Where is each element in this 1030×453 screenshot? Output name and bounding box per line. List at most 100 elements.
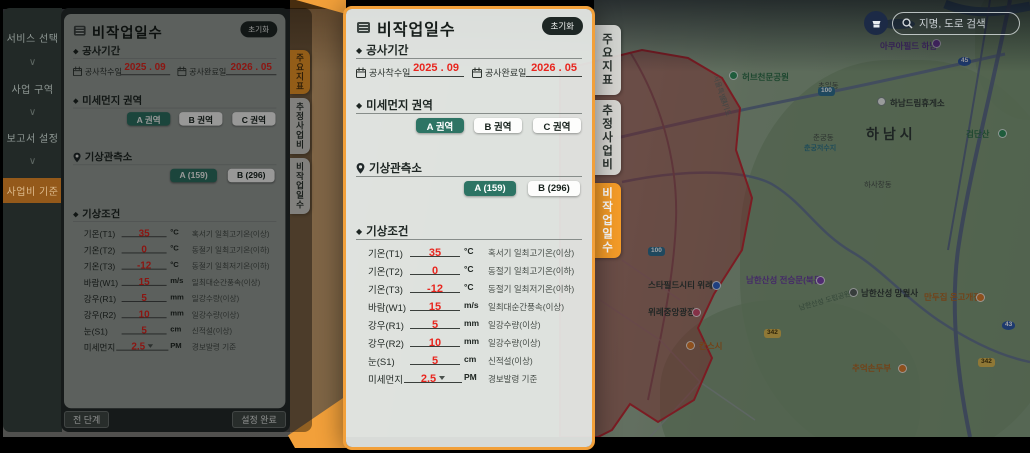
dust-region-c-button[interactable]: C 권역 xyxy=(232,112,275,126)
nonworking-days-panel: 비작업일수 초기화 ◆ 공사기간 공사착수일 2025 . 09 공사완료일 2… xyxy=(64,14,285,408)
end-date-value[interactable]: 2026 . 05 xyxy=(226,62,276,76)
row-desc: 일강수량(이상) xyxy=(488,337,541,349)
section-dust-title: 미세먼지 권역 xyxy=(82,93,142,107)
step-sidebar: 서비스 선택 ∨ 사업 구역 ∨ 보고서 설정 ∨ 사업비 기준 xyxy=(3,8,62,432)
panel-header: 비작업일수 초기화 xyxy=(346,15,592,39)
tab-estimated-cost[interactable]: 추정사업비 xyxy=(592,100,621,175)
dust-region-b-button[interactable]: B 권역 xyxy=(474,118,522,133)
row-desc: 경보발령 기준 xyxy=(192,342,236,353)
row-value-dropdown[interactable]: 2.5 xyxy=(116,338,168,351)
row-unit: cm xyxy=(170,325,181,334)
row-value-field[interactable]: 5 xyxy=(410,315,460,329)
search-placeholder: 지명, 도로 검색 xyxy=(919,16,986,31)
panel-tabs-left: 주요지표 추정사업비 비작업일수 xyxy=(290,8,310,432)
diamond-icon: ◆ xyxy=(73,47,79,55)
reset-button[interactable]: 초기화 xyxy=(240,21,277,37)
row-desc: 동절기 일최고기온(이하) xyxy=(192,244,270,255)
dust-region-a-button[interactable]: A 권역 xyxy=(416,118,464,133)
row-label: 눈(S1) xyxy=(84,325,108,338)
row-value-field[interactable]: 15 xyxy=(410,297,460,311)
section-weather-conditions: ◆ 기상조건 xyxy=(73,207,120,221)
calendar-icon xyxy=(472,65,482,83)
map-poi-button[interactable] xyxy=(864,11,888,35)
panel-header: 비작업일수 초기화 xyxy=(64,19,285,41)
sidebar-item-report[interactable]: 보고서 설정 xyxy=(3,130,62,145)
menu-icon[interactable] xyxy=(74,26,86,36)
section-period-title: 공사기간 xyxy=(366,42,408,58)
row-unit: °C xyxy=(170,227,179,236)
row-value-field[interactable]: 35 xyxy=(410,243,460,257)
row-value-field[interactable]: 10 xyxy=(410,333,460,347)
row-unit: °C xyxy=(170,260,179,269)
settings-done-button[interactable]: 설정 완료 xyxy=(232,411,286,428)
dust-region-c-button[interactable]: C 권역 xyxy=(533,118,581,133)
row-value-field[interactable]: 0 xyxy=(122,241,167,254)
pin-icon xyxy=(356,163,365,174)
end-date-label: 공사완료일 xyxy=(485,66,526,79)
section-period: ◆ 공사기간 xyxy=(73,44,120,58)
station-a-button[interactable]: A (159) xyxy=(170,169,217,183)
row-value-field[interactable]: 5 xyxy=(122,322,167,335)
weather-rows: 기온(T1) 35 °C 혹서기 일최고기온(이상) 기온(T2) 0 °C 동… xyxy=(64,225,285,355)
section-period-title: 공사기간 xyxy=(82,44,120,58)
section-dust-region: ◆ 미세먼지 권역 xyxy=(73,93,142,107)
nonworking-days-panel: 비작업일수 초기화 ◆ 공사기간 공사착수일 2025 . 09 공사완료일 2… xyxy=(346,9,592,447)
row-value-field[interactable]: -12 xyxy=(410,279,460,293)
diamond-icon: ◆ xyxy=(356,101,362,110)
end-date-value[interactable]: 2026 . 05 xyxy=(526,62,582,77)
row-value-field[interactable]: 15 xyxy=(122,273,167,286)
row-label: 눈(S1) xyxy=(368,354,395,368)
row-unit: mm xyxy=(170,308,184,317)
divider xyxy=(73,58,276,59)
row-value-field[interactable]: 0 xyxy=(410,261,460,275)
calendar-icon xyxy=(356,65,366,83)
section-weather-station: 기상관측소 xyxy=(356,160,422,176)
diamond-icon: ◆ xyxy=(356,227,362,236)
row-value-field[interactable]: 5 xyxy=(410,351,460,365)
row-value-field[interactable]: -12 xyxy=(122,257,167,270)
station-b-button[interactable]: B (296) xyxy=(228,169,275,183)
section-weather-title: 기상조건 xyxy=(366,223,408,239)
divider xyxy=(356,176,582,177)
dust-region-a-button[interactable]: A 권역 xyxy=(127,112,170,126)
row-value-field[interactable]: 10 xyxy=(122,306,167,319)
row-unit: m/s xyxy=(464,300,479,310)
weather-row-dust: 미세먼지 2.5 PM 경보발령 기준 xyxy=(346,369,592,387)
row-unit: mm xyxy=(170,292,184,301)
start-date-value[interactable]: 2025 . 09 xyxy=(120,62,170,76)
row-label: 기온(T3) xyxy=(84,260,115,273)
sidebar-item-service[interactable]: 서비스 선택 xyxy=(3,30,62,45)
weather-row-r2: 강우(R2) 10 mm 일강수량(이상) xyxy=(346,333,592,351)
form-slot-left: 비작업일수 초기화 ◆ 공사기간 공사착수일 2025 . 09 공사완료일 2… xyxy=(64,14,285,408)
tab-estimated-cost[interactable]: 추정사업비 xyxy=(290,98,310,154)
row-unit: °C xyxy=(170,244,179,253)
weather-rows: 기온(T1) 35 °C 혹서기 일최고기온(이상) 기온(T2) 0 °C 동… xyxy=(346,243,592,387)
station-b-button[interactable]: B (296) xyxy=(528,181,580,196)
dust-region-b-button[interactable]: B 권역 xyxy=(179,112,222,126)
menu-icon[interactable] xyxy=(357,22,370,33)
tab-nonworking-days[interactable]: 비작업일수 xyxy=(290,158,310,214)
previous-step-button[interactable]: 전 단계 xyxy=(64,411,109,428)
divider xyxy=(73,221,276,222)
tab-key-indicators[interactable]: 주요지표 xyxy=(290,50,310,94)
row-label: 미세먼지 xyxy=(84,341,115,354)
start-date-value[interactable]: 2025 . 09 xyxy=(408,62,464,77)
row-label: 강우(R1) xyxy=(368,318,404,332)
start-date-label: 공사착수일 xyxy=(369,66,410,79)
sidebar-item-district[interactable]: 사업 구역 xyxy=(3,81,62,96)
tab-nonworking-days[interactable]: 비작업일수 xyxy=(592,183,621,258)
station-a-button[interactable]: A (159) xyxy=(464,181,516,196)
calendar-icon xyxy=(177,64,186,80)
row-value-field[interactable]: 35 xyxy=(122,225,167,238)
row-desc: 동절기 일최고기온(이하) xyxy=(488,265,574,277)
sidebar-item-cost-basis[interactable]: 사업비 기준 xyxy=(3,178,62,203)
row-unit: °C xyxy=(464,282,474,292)
row-value-dropdown[interactable]: 2.5 xyxy=(404,369,462,383)
tab-key-indicators[interactable]: 주요지표 xyxy=(592,25,621,95)
weather-row-r1: 강우(R1) 5 mm 일강수량(이상) xyxy=(64,289,285,305)
row-label: 강우(R2) xyxy=(84,308,116,321)
search-input[interactable]: 지명, 도로 검색 xyxy=(892,12,1020,35)
row-value-field[interactable]: 5 xyxy=(122,289,167,302)
reset-button[interactable]: 초기화 xyxy=(542,17,583,35)
weather-row-r2: 강우(R2) 10 mm 일강수량(이상) xyxy=(64,306,285,322)
